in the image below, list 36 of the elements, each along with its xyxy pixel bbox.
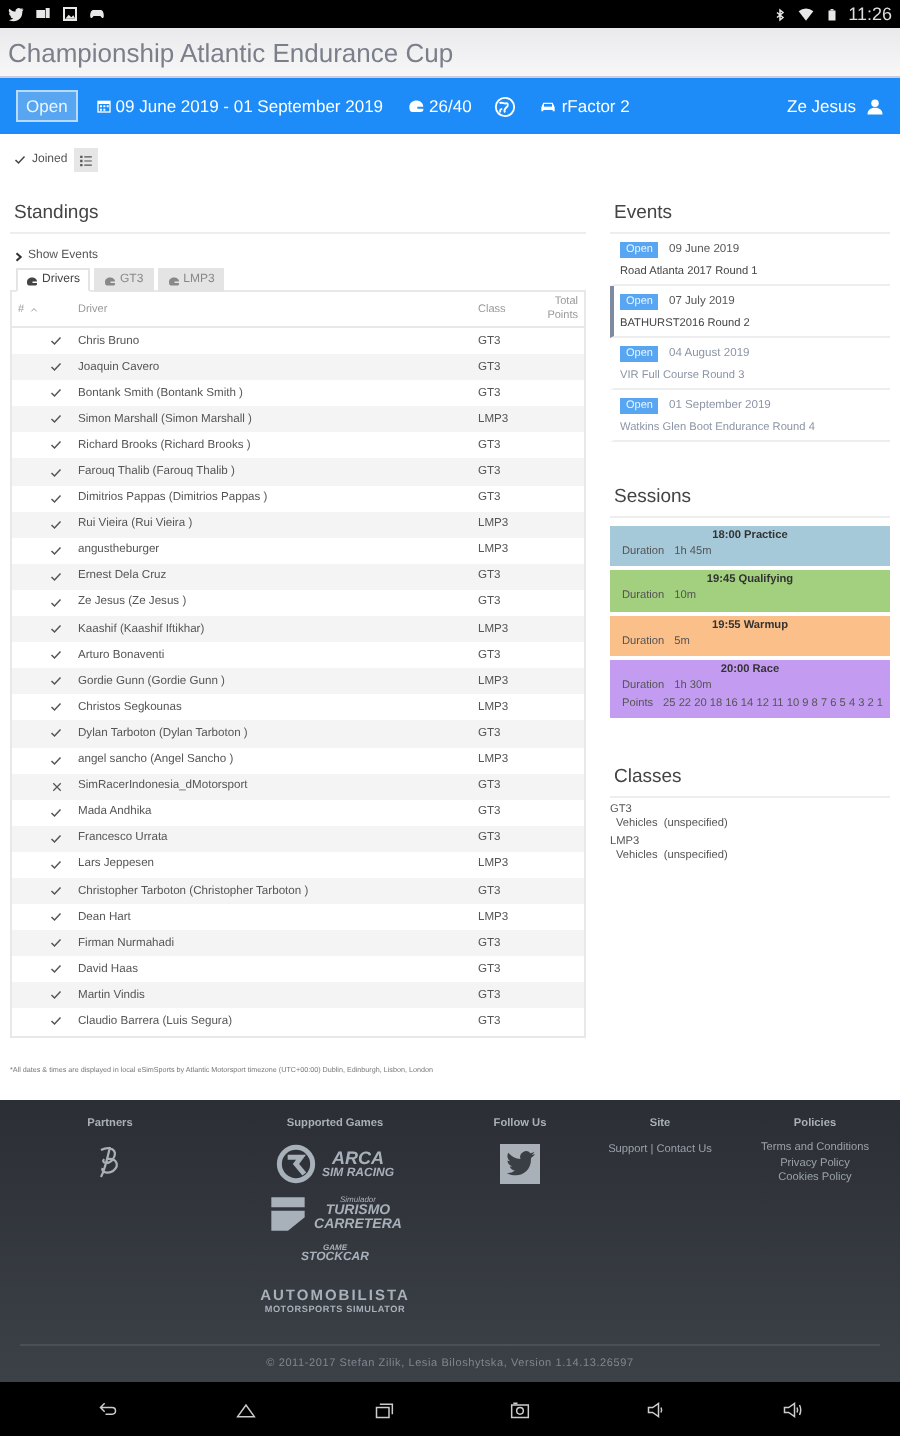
user-icon (866, 97, 884, 115)
status-badge: Open (16, 90, 78, 122)
page-title: Championship Atlantic Endurance Cup (8, 37, 454, 67)
helmet-icon (167, 275, 180, 285)
car-icon (537, 98, 558, 114)
section-title: Classes (610, 718, 890, 799)
list-icon (77, 153, 94, 167)
helmet-icon (104, 275, 116, 285)
calendar-icon (95, 98, 112, 114)
date-range: 09 June 2019 - 01 September 2019 (115, 96, 384, 116)
helmet-icon (26, 275, 38, 285)
screen-icon (34, 6, 52, 22)
section-title: Standings (10, 186, 586, 234)
clock-time: 11:26 (848, 4, 892, 24)
gamepad-icon (88, 6, 106, 22)
game-name: rFactor 2 (561, 96, 630, 116)
battery-icon (826, 5, 839, 23)
wifi-icon (796, 6, 817, 22)
user-name[interactable]: Ze Jesus (787, 96, 856, 116)
image-icon (62, 6, 78, 22)
section-title: Events (610, 186, 890, 234)
chevron-icon (14, 251, 24, 261)
twitter-icon (8, 6, 24, 22)
camera-icon (506, 1399, 534, 1419)
recents-icon (370, 1399, 398, 1419)
back-icon (94, 1399, 122, 1419)
slots-count: 26/40 (429, 96, 472, 116)
sort-icon (30, 305, 39, 313)
twitter-icon[interactable] (500, 1144, 540, 1184)
globe-icon (493, 95, 516, 117)
list-button[interactable] (73, 148, 98, 172)
check-icon (14, 154, 26, 166)
section-title: Sessions (610, 442, 890, 518)
helmet-icon (405, 98, 426, 114)
bluetooth-icon (774, 5, 787, 23)
volume-up-icon (778, 1399, 806, 1419)
